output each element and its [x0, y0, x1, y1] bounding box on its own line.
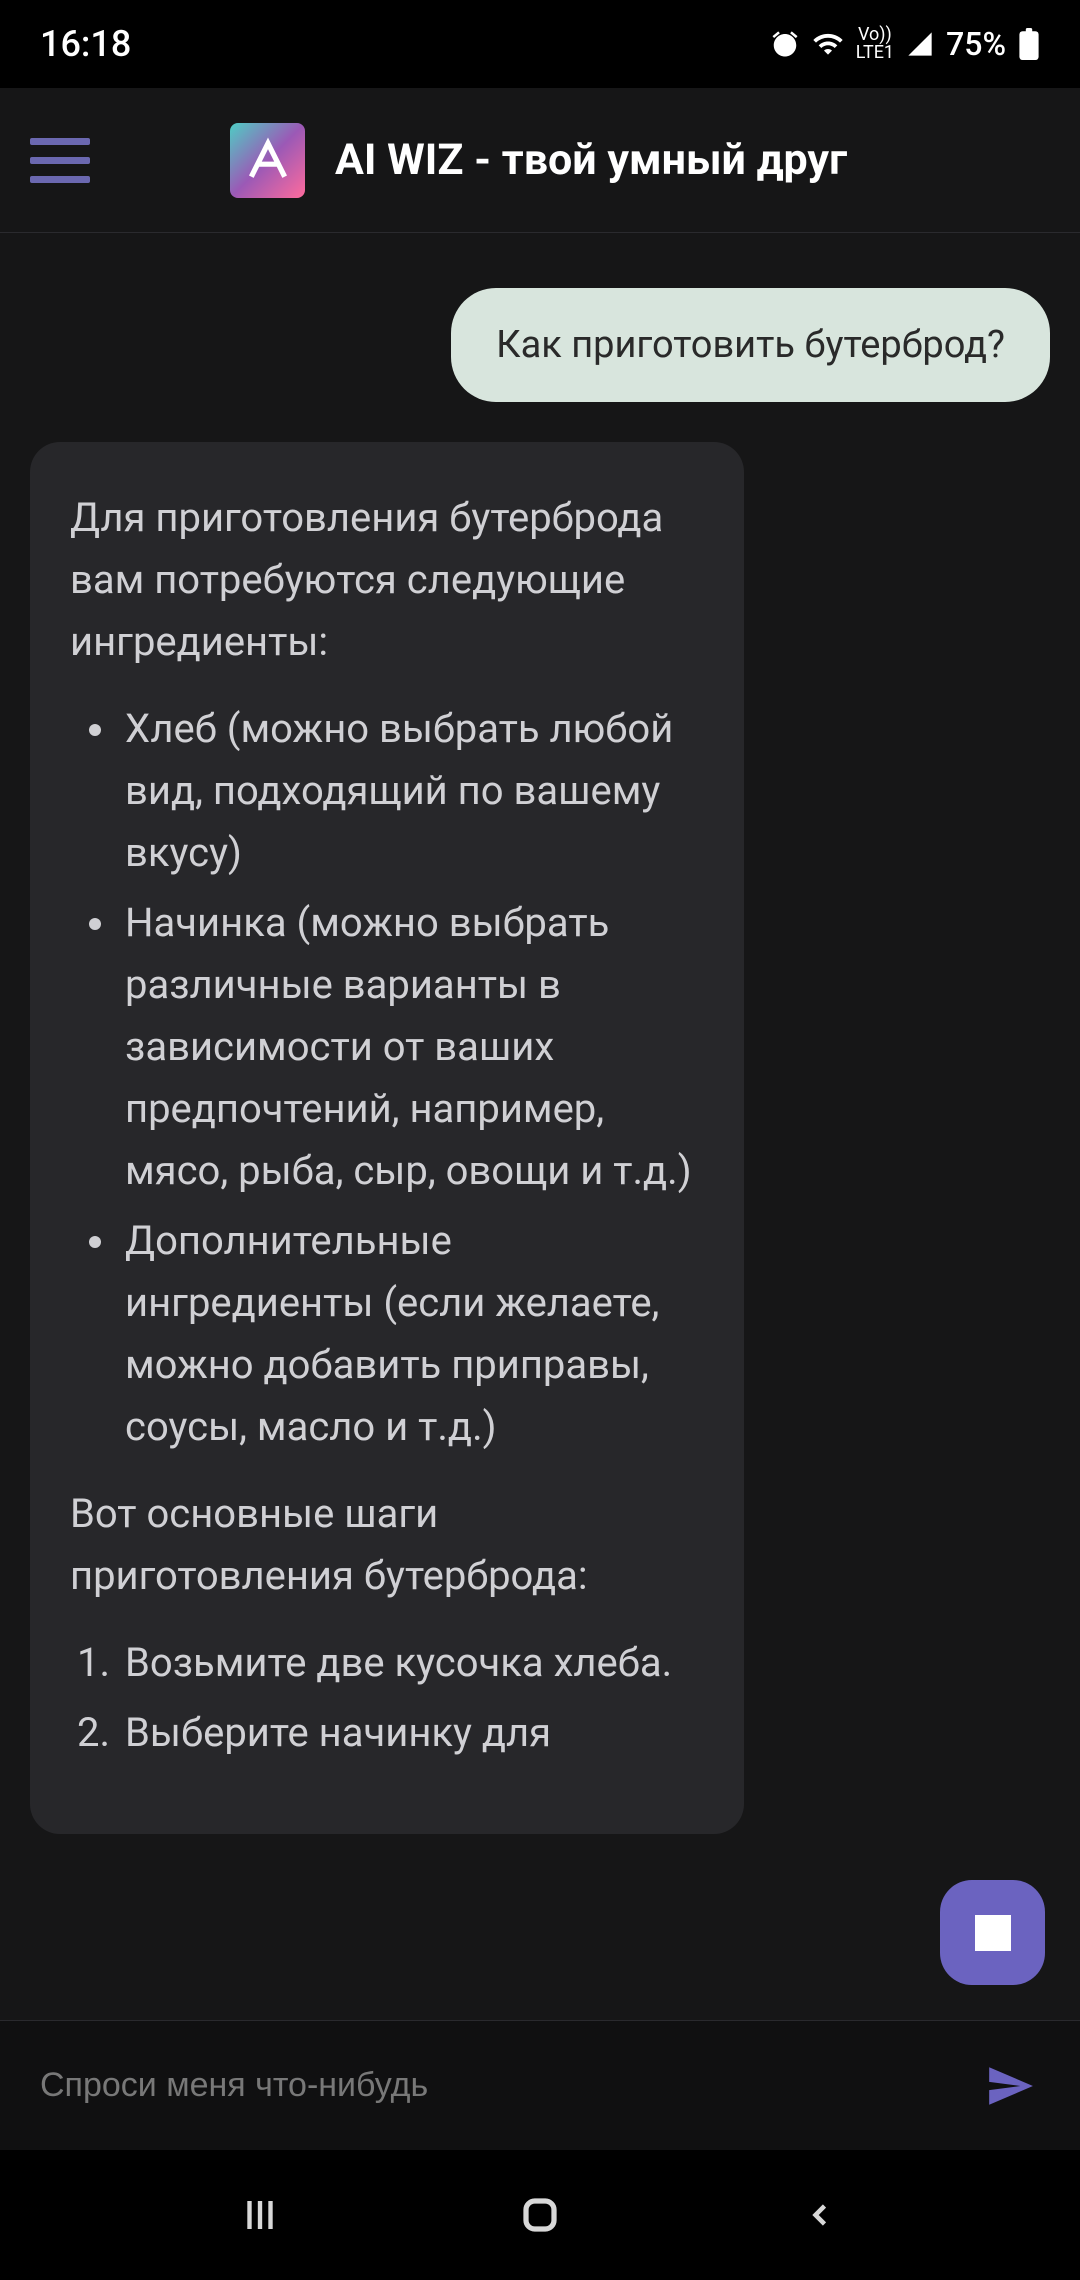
list-item: Хлеб (можно выбрать любой вид, подходящи…: [120, 698, 704, 884]
nav-bar: [0, 2150, 1080, 2280]
send-button[interactable]: [980, 2056, 1040, 2116]
ingredients-list: Хлеб (можно выбрать любой вид, подходящи…: [70, 698, 704, 1458]
app-header: AI WIZ - твой умный друг: [0, 88, 1080, 233]
status-bar: 16:18 Vo)) LTE1 75%: [0, 0, 1080, 88]
user-message-bubble: Как приготовить бутерброд?: [451, 288, 1050, 402]
input-bar: [0, 2020, 1080, 2150]
list-item: Выберите начинку для: [120, 1702, 704, 1764]
status-icons: Vo)) LTE1 75%: [770, 25, 1040, 63]
alarm-icon: [770, 29, 800, 59]
stop-icon: [975, 1915, 1011, 1951]
menu-icon[interactable]: [30, 138, 90, 183]
battery-icon: [1018, 28, 1040, 60]
app-title: AI WIZ - твой умный друг: [335, 135, 847, 185]
steps-intro: Вот основные шаги приготовления бутербро…: [70, 1483, 704, 1607]
steps-list: Возьмите две кусочка хлеба. Выберите нач…: [70, 1632, 704, 1764]
home-nav-icon[interactable]: [515, 2190, 565, 2240]
list-item: Дополнительные ингредиенты (если желаете…: [120, 1210, 704, 1458]
wifi-icon: [812, 28, 844, 60]
chat-area[interactable]: Как приготовить бутерброд? Для приготовл…: [0, 233, 1080, 2020]
assistant-intro: Для приготовления бутерброда вам потребу…: [70, 487, 704, 673]
back-nav-icon[interactable]: [795, 2190, 845, 2240]
send-icon: [985, 2061, 1035, 2111]
list-item: Возьмите две кусочка хлеба.: [120, 1632, 704, 1694]
battery-percent: 75%: [946, 25, 1006, 63]
chat-input[interactable]: [40, 2046, 980, 2125]
list-item: Начинка (можно выбрать различные вариант…: [120, 892, 704, 1202]
app-logo: [230, 123, 305, 198]
status-time: 16:18: [40, 23, 131, 65]
recents-nav-icon[interactable]: [235, 2190, 285, 2240]
network-label: Vo)) LTE1: [856, 26, 894, 62]
stop-button[interactable]: [940, 1880, 1045, 1985]
signal-icon: [906, 30, 934, 58]
assistant-message-bubble: Для приготовления бутерброда вам потребу…: [30, 442, 744, 1834]
